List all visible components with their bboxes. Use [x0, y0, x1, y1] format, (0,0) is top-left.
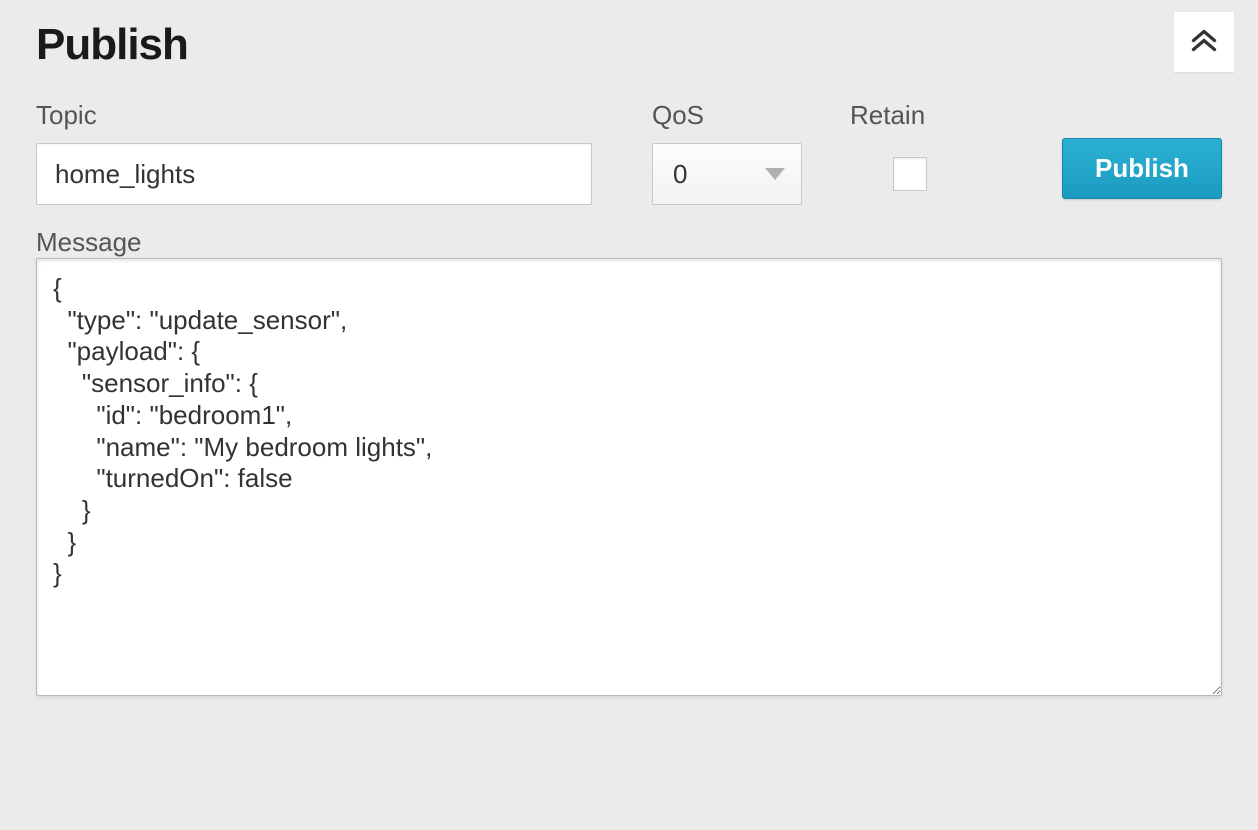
qos-select[interactable]: 0 [652, 143, 802, 205]
publish-panel: Publish Topic QoS 0 Retain P [12, 12, 1246, 818]
message-label: Message [36, 227, 142, 257]
chevron-down-icon [765, 168, 785, 180]
retain-field-group: Retain [850, 100, 970, 205]
retain-checkbox-wrap [850, 143, 970, 205]
message-textarea[interactable] [36, 258, 1222, 696]
form-row: Topic QoS 0 Retain Publish [12, 72, 1246, 205]
publish-button[interactable]: Publish [1062, 138, 1222, 199]
retain-checkbox[interactable] [893, 157, 927, 191]
qos-label: QoS [652, 100, 802, 131]
qos-field-group: QoS 0 [652, 100, 802, 205]
collapse-button[interactable] [1174, 12, 1234, 72]
message-section: Message [12, 205, 1246, 701]
double-chevron-up-icon [1186, 24, 1222, 60]
retain-label: Retain [850, 100, 970, 131]
topic-input[interactable] [36, 143, 592, 205]
topic-field-group: Topic [36, 100, 592, 205]
panel-header: Publish [12, 12, 1246, 72]
topic-label: Topic [36, 100, 592, 131]
panel-title: Publish [36, 20, 188, 70]
qos-selected-value: 0 [673, 159, 687, 190]
publish-button-wrap: Publish [1062, 100, 1222, 199]
